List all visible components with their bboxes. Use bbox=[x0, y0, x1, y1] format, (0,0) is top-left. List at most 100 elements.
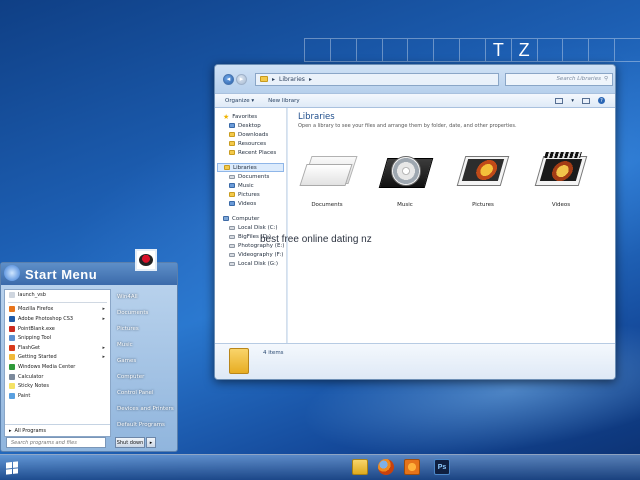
nav-computer[interactable]: Computer bbox=[215, 214, 286, 223]
program-item[interactable]: launch_vsb bbox=[5, 290, 110, 300]
program-item[interactable]: Snipping Tool bbox=[5, 333, 110, 343]
folder-icon bbox=[260, 76, 268, 82]
library-pictures[interactable]: Pictures bbox=[444, 146, 522, 208]
tile bbox=[562, 38, 589, 62]
computer-icon bbox=[223, 216, 229, 221]
tile-letter-z[interactable]: Z bbox=[510, 38, 537, 62]
start-link-user[interactable]: Win4All bbox=[117, 289, 177, 305]
address-chevron[interactable]: ▸ bbox=[309, 76, 312, 83]
start-link-control-panel[interactable]: Control Panel bbox=[117, 385, 177, 401]
nav-item-documents[interactable]: Documents bbox=[215, 172, 286, 181]
nav-label: Resources bbox=[238, 140, 267, 147]
address-chevron: ▸ bbox=[272, 75, 276, 83]
view-icon[interactable] bbox=[555, 97, 564, 104]
nav-item-drive-f[interactable]: Videography (F:) bbox=[215, 250, 286, 259]
program-icon bbox=[9, 291, 15, 298]
program-label: Sticky Notes bbox=[18, 383, 49, 390]
program-item[interactable]: Paint bbox=[5, 391, 110, 401]
program-icon bbox=[9, 306, 15, 313]
navigation-pane: ★ Favorites Desktop Downloads Resources … bbox=[215, 108, 287, 343]
content-pane: Libraries Open a library to see your fil… bbox=[288, 108, 615, 343]
nav-label: Downloads bbox=[238, 131, 269, 138]
search-input[interactable]: Search Libraries ⚲ bbox=[505, 72, 613, 86]
address-bar[interactable]: ▸ Libraries ▸ bbox=[255, 72, 499, 86]
program-icon bbox=[9, 363, 15, 370]
tile bbox=[433, 38, 460, 62]
nav-label: Libraries bbox=[233, 164, 257, 171]
media-player-taskbar-icon[interactable] bbox=[404, 459, 420, 475]
start-button[interactable] bbox=[2, 458, 22, 478]
library-documents[interactable]: Documents bbox=[288, 146, 366, 208]
program-icon bbox=[9, 325, 15, 332]
preview-pane-icon[interactable] bbox=[582, 97, 590, 104]
nav-label: Desktop bbox=[238, 122, 261, 129]
photoshop-taskbar-icon[interactable]: Ps bbox=[434, 459, 450, 475]
start-right-pane: Win4All Documents Pictures Music Games C… bbox=[117, 289, 177, 439]
library-folder-icon bbox=[229, 348, 249, 374]
nav-item-drive-c[interactable]: Local Disk (C:) bbox=[215, 223, 286, 232]
forward-arrow-icon[interactable]: ▸ bbox=[236, 73, 247, 85]
program-item[interactable]: PointBlank.exe bbox=[5, 324, 110, 334]
program-item[interactable]: Sticky Notes bbox=[5, 381, 110, 391]
tile bbox=[536, 38, 563, 62]
shutdown-button[interactable]: Shut down bbox=[115, 437, 145, 448]
overlay-caption: best free online dating nz bbox=[260, 234, 372, 245]
help-icon[interactable]: ? bbox=[598, 97, 605, 104]
shutdown-options-button[interactable]: ▸ bbox=[146, 437, 156, 448]
start-link-games[interactable]: Games bbox=[117, 353, 177, 369]
start-link-pictures[interactable]: Pictures bbox=[117, 321, 177, 337]
nav-item-videos[interactable]: Videos bbox=[215, 199, 286, 208]
drive-icon bbox=[229, 234, 235, 239]
address-label[interactable]: Libraries bbox=[279, 76, 305, 83]
library-music[interactable]: Music bbox=[366, 146, 444, 208]
start-menu: Start Menu launch_vsb Mozilla Firefox ▸ Ado… bbox=[0, 249, 178, 452]
firefox-taskbar-icon[interactable] bbox=[378, 459, 394, 475]
nav-item-resources[interactable]: Resources bbox=[215, 139, 286, 148]
start-link-music[interactable]: Music bbox=[117, 337, 177, 353]
start-search-placeholder: Search programs and files bbox=[11, 439, 77, 446]
tile-letter-t[interactable]: T bbox=[484, 38, 511, 62]
nav-label: Local Disk (G:) bbox=[238, 260, 278, 267]
webcam-icon bbox=[139, 254, 153, 266]
start-link-computer[interactable]: Computer bbox=[117, 369, 177, 385]
start-link-default-programs[interactable]: Default Programs bbox=[117, 417, 177, 433]
start-search-input[interactable]: Search programs and files bbox=[6, 437, 106, 448]
search-placeholder: Search Libraries bbox=[556, 76, 601, 82]
organize-button[interactable]: Organize ▾ bbox=[225, 98, 254, 104]
program-item[interactable]: Getting Started ▸ bbox=[5, 353, 110, 363]
nav-item-drive-g[interactable]: Local Disk (G:) bbox=[215, 259, 286, 268]
explorer-taskbar-icon[interactable] bbox=[352, 459, 368, 475]
drive-icon bbox=[229, 252, 235, 257]
nav-item-downloads[interactable]: Downloads bbox=[215, 130, 286, 139]
user-picture[interactable] bbox=[135, 249, 157, 271]
taskbar: Ps bbox=[0, 454, 640, 480]
new-library-button[interactable]: New library bbox=[268, 98, 299, 104]
submenu-arrow-icon: ▸ bbox=[102, 344, 105, 351]
program-icon bbox=[9, 373, 15, 380]
back-arrow-icon[interactable]: ◂ bbox=[223, 73, 234, 85]
content-subtitle: Open a library to see your files and arr… bbox=[298, 123, 517, 129]
program-item[interactable]: Mozilla Firefox ▸ bbox=[5, 305, 110, 315]
nav-label: Recent Places bbox=[238, 149, 277, 156]
program-icon bbox=[9, 383, 15, 390]
drive-icon bbox=[229, 243, 235, 248]
nav-label: Pictures bbox=[238, 191, 260, 198]
search-icon: ⚲ bbox=[603, 76, 608, 82]
all-programs-button[interactable]: ▸ All Programs bbox=[5, 424, 110, 436]
start-link-devices[interactable]: Devices and Printers bbox=[117, 401, 177, 417]
program-item[interactable]: Calculator bbox=[5, 372, 110, 382]
program-item[interactable]: Adobe Photoshop CS3 ▸ bbox=[5, 314, 110, 324]
nav-libraries[interactable]: Libraries bbox=[217, 163, 284, 172]
nav-item-pictures[interactable]: Pictures bbox=[215, 190, 286, 199]
nav-item-desktop[interactable]: Desktop bbox=[215, 121, 286, 130]
view-dropdown-icon[interactable]: ▾ bbox=[571, 98, 574, 104]
tile bbox=[381, 38, 408, 62]
program-item[interactable]: FlashGet ▸ bbox=[5, 343, 110, 353]
start-link-documents[interactable]: Documents bbox=[117, 305, 177, 321]
documents-library-icon bbox=[297, 146, 358, 194]
library-videos[interactable]: Videos bbox=[522, 146, 600, 208]
nav-item-music[interactable]: Music bbox=[215, 181, 286, 190]
program-item[interactable]: Windows Media Center bbox=[5, 362, 110, 372]
nav-favorites[interactable]: ★ Favorites bbox=[215, 112, 286, 121]
nav-item-recent-places[interactable]: Recent Places bbox=[215, 148, 286, 157]
